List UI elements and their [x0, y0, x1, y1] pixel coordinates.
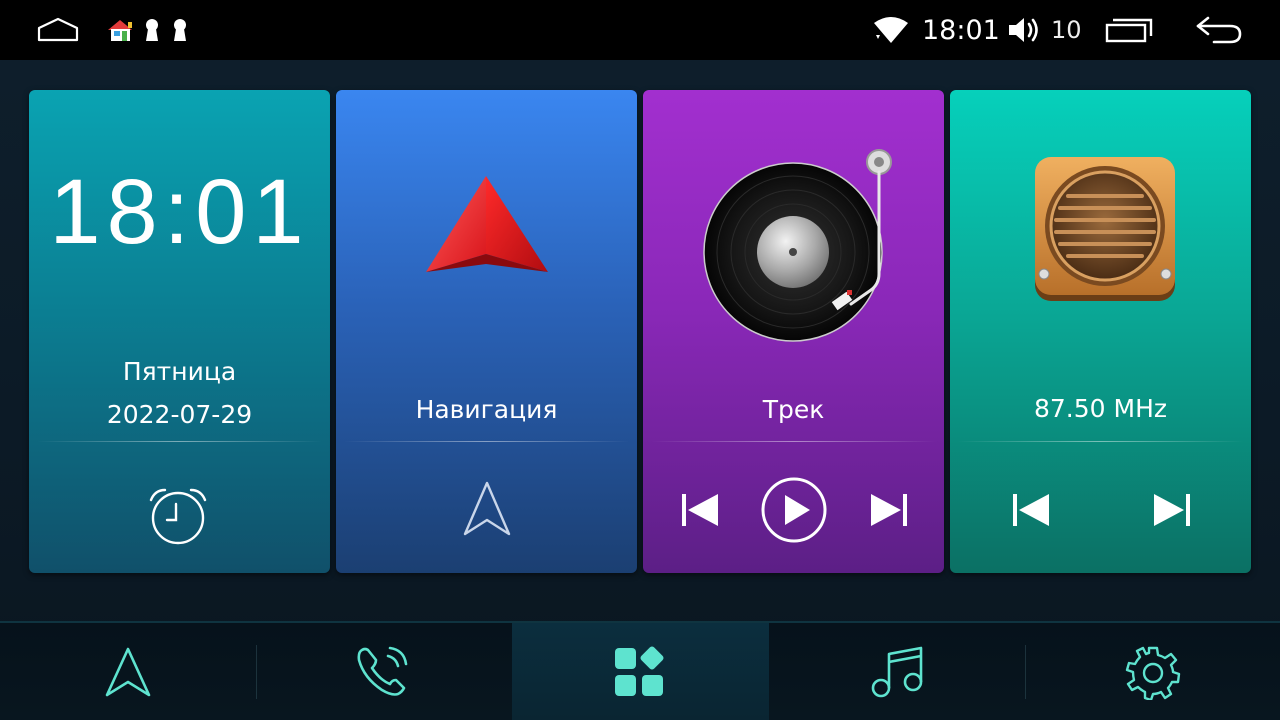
clock-time: 18:01 — [49, 161, 310, 263]
music-previous-button[interactable] — [680, 492, 720, 532]
status-time-wrap: 18:01 — [922, 0, 1000, 60]
app-notification[interactable] — [106, 0, 136, 60]
back-icon — [1196, 16, 1242, 44]
recent-apps-button[interactable] — [1105, 0, 1153, 60]
play-icon — [761, 477, 827, 543]
clock-card[interactable]: 18:01 Пятница 2022-07-29 — [29, 90, 330, 573]
card-divider — [37, 441, 322, 442]
dock-navigation[interactable] — [0, 623, 256, 720]
lock-indicator-1 — [143, 0, 161, 60]
apps-grid-icon — [614, 646, 663, 696]
radio-card[interactable]: 87.50 MHz — [950, 90, 1251, 573]
home-button[interactable] — [36, 0, 80, 60]
navigation-button[interactable] — [461, 480, 513, 542]
bottom-dock — [0, 621, 1280, 720]
vinyl-turntable-icon — [703, 149, 892, 342]
wifi-icon — [874, 17, 908, 43]
volume-icon — [1009, 18, 1038, 42]
music-play-button[interactable] — [760, 476, 828, 548]
keyhole-icon — [146, 19, 158, 41]
navigation-logo — [424, 174, 550, 282]
navigation-label: Навигация — [415, 395, 558, 424]
music-card[interactable]: Трек — [643, 90, 944, 573]
alarm-clock-icon — [149, 488, 207, 545]
card-divider — [344, 441, 629, 442]
dock-phone[interactable] — [256, 623, 512, 720]
lock-indicator-2 — [171, 0, 189, 60]
music-note-icon — [871, 646, 923, 697]
gear-icon — [1125, 646, 1180, 700]
radio-frequency: 87.50 MHz — [1033, 394, 1167, 423]
volume-level: 10 — [1051, 16, 1082, 44]
phone-icon — [357, 646, 408, 696]
back-button[interactable] — [1194, 0, 1244, 60]
navigation-card[interactable]: Навигация — [336, 90, 637, 573]
navigation-arrow-icon — [463, 481, 511, 536]
recent-apps-icon — [1105, 18, 1153, 43]
status-bar: 18:01 10 — [0, 0, 1280, 60]
volume-status[interactable] — [1007, 0, 1043, 60]
keyhole-icon — [174, 19, 186, 41]
dock-settings[interactable] — [1025, 623, 1280, 720]
music-track-label: Трек — [762, 395, 825, 424]
volume-level-wrap: 10 — [1051, 0, 1082, 60]
music-next-button[interactable] — [869, 492, 909, 532]
next-track-icon — [871, 494, 907, 526]
previous-station-icon — [1013, 494, 1049, 526]
radio-next-button[interactable] — [1152, 492, 1192, 532]
card-divider — [651, 441, 936, 442]
clock-date: 2022-07-29 — [106, 400, 253, 429]
wifi-status — [872, 0, 910, 60]
previous-track-icon — [682, 494, 718, 526]
radio-previous-button[interactable] — [1011, 492, 1051, 532]
alarm-button[interactable] — [147, 486, 209, 550]
radio-art — [1032, 156, 1178, 310]
dock-music[interactable] — [769, 623, 1025, 720]
card-divider — [958, 441, 1243, 442]
navigation-arrow-icon — [105, 647, 151, 696]
red-arrow-icon — [426, 176, 548, 272]
radio-speaker-icon — [1035, 157, 1175, 301]
clock-weekday: Пятница — [122, 357, 237, 386]
status-time: 18:01 — [922, 14, 1000, 46]
turntable-art — [701, 144, 897, 348]
next-station-icon — [1154, 494, 1190, 526]
home-outline-icon — [37, 17, 79, 42]
app-notification-icon — [108, 20, 132, 41]
dock-apps[interactable] — [512, 623, 769, 720]
